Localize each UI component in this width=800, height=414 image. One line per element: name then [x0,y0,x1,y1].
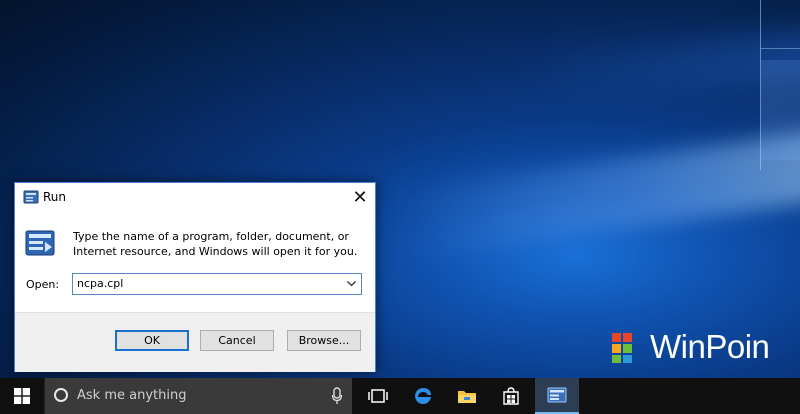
button-bar: OK Cancel Browse... [15,312,375,372]
search-placeholder: Ask me anything [77,388,187,403]
run-dialog: Run ✕ Type the name of a program, folder… [14,182,376,372]
edge-button[interactable] [401,378,445,414]
taskbar: Ask me anything [0,378,800,414]
winpoin-logo-icon [612,333,632,363]
windows-logo-icon [14,388,30,404]
cancel-button[interactable]: Cancel [200,330,274,351]
desktop-light-ray [520,29,800,101]
winpoin-watermark: WinPoin [612,328,797,366]
open-label: Open: [26,278,60,291]
close-button[interactable]: ✕ [345,183,375,211]
cortana-search-box[interactable]: Ask me anything [44,378,352,414]
run-icon [547,387,567,403]
run-program-icon [25,230,55,256]
browse-button[interactable]: Browse... [287,330,361,351]
microphone-icon[interactable] [331,387,343,405]
open-input[interactable] [77,275,337,291]
start-button[interactable] [0,378,44,414]
task-view-button[interactable] [356,378,400,414]
dialog-description: Type the name of a program, folder, docu… [73,230,358,258]
title-bar[interactable]: Run ✕ [15,183,375,211]
edge-icon [415,388,431,404]
dialog-title: Run [43,190,67,204]
store-button[interactable] [489,378,533,414]
wallpaper-window-logo [760,0,800,170]
ok-button[interactable]: OK [115,330,189,351]
file-explorer-button[interactable] [445,378,489,414]
watermark-text: WinPoin [650,328,770,365]
dropdown-button[interactable] [345,276,357,292]
store-icon [503,387,519,405]
desktop-light-beam [400,130,800,260]
desktop: Run ✕ Type the name of a program, folder… [0,0,800,378]
open-combobox[interactable] [72,273,362,295]
chevron-down-icon [346,281,356,287]
run-taskbar-button[interactable] [535,378,579,414]
folder-icon [458,391,476,403]
task-view-icon [368,389,388,403]
cortana-icon [54,388,68,402]
run-icon [23,190,39,204]
close-icon: ✕ [352,186,368,208]
